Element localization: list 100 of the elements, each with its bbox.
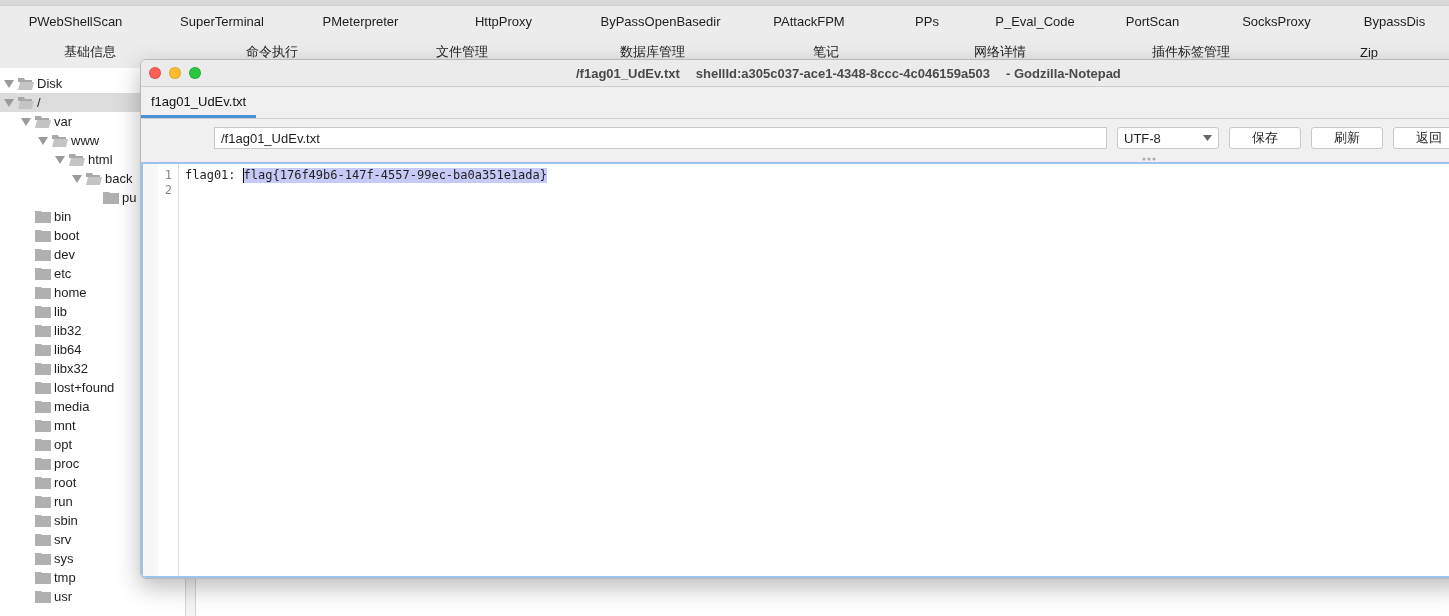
tree-item-label: pu <box>122 190 137 205</box>
caret-icon <box>1203 135 1212 141</box>
main-tab[interactable]: 文件管理 <box>436 43 488 61</box>
tree-item-label: media <box>54 399 90 414</box>
tree-item-label: run <box>54 494 73 509</box>
tree-item-label: dev <box>54 247 75 262</box>
tree-item-label: back <box>105 171 133 186</box>
tree-item[interactable]: tmp <box>0 568 140 587</box>
tree-item[interactable]: sys <box>0 549 140 568</box>
tree-item[interactable]: lib32 <box>0 321 140 340</box>
tree-item-label: home <box>54 285 87 300</box>
plugin-tab[interactable]: HttpProxy <box>474 13 533 29</box>
tree-item[interactable]: proc <box>0 454 140 473</box>
tree-item-label: lib64 <box>54 342 82 357</box>
close-button[interactable] <box>149 67 161 79</box>
main-tab[interactable]: 数据库管理 <box>619 43 685 61</box>
plugin-tab[interactable]: PMeterpreter <box>322 13 399 29</box>
tree-item[interactable]: lib <box>0 302 140 321</box>
tree-item-label: boot <box>54 228 80 243</box>
tree-item[interactable]: etc <box>0 264 140 283</box>
plugin-tab[interactable]: PWebShellScan <box>28 13 123 29</box>
tree-item-label: / <box>37 95 41 110</box>
main-tab[interactable]: 插件标签管理 <box>1151 43 1230 61</box>
maximize-button[interactable] <box>189 67 201 79</box>
tree-item[interactable]: pu <box>0 188 140 207</box>
plugin-tab[interactable]: PAttackFPM <box>773 13 845 29</box>
tree-item[interactable]: Disk <box>0 74 140 93</box>
plugin-tab[interactable]: PPs <box>915 13 939 29</box>
tree-item-label: lib <box>54 304 67 319</box>
code-text: flag01: <box>185 168 236 183</box>
tree-item-label: lib32 <box>54 323 82 338</box>
expand-arrow-icon[interactable] <box>4 79 14 88</box>
tree-item-label: www <box>71 133 100 148</box>
expand-arrow-icon[interactable] <box>55 155 65 164</box>
tree-item-label: html <box>88 152 113 167</box>
plugin-tab[interactable]: BypassDis <box>1363 13 1426 29</box>
tree-item-label: bin <box>54 209 72 224</box>
file-tab[interactable]: f1ag01_UdEv.txt <box>141 87 257 118</box>
tree-item-label: lost+found <box>54 380 115 395</box>
tree-item[interactable]: opt <box>0 435 140 454</box>
main-tab[interactable]: Zip <box>1359 44 1379 60</box>
expand-arrow-icon[interactable] <box>38 136 48 145</box>
main-tab[interactable]: 命令执行 <box>246 43 298 61</box>
tree-item[interactable]: back <box>0 169 140 188</box>
line-number: 1 <box>163 168 173 183</box>
minimize-button[interactable] <box>169 67 181 79</box>
tree-item[interactable]: lost+found <box>0 378 140 397</box>
expand-arrow-icon[interactable] <box>21 117 31 126</box>
tree-item[interactable]: home <box>0 283 140 302</box>
tree-item[interactable]: usr <box>0 587 140 606</box>
tree-item-label: root <box>54 475 77 490</box>
tree-item[interactable]: bin <box>0 207 140 226</box>
main-tab[interactable]: 基础信息 <box>63 43 116 61</box>
tree-item-label: sys <box>54 551 74 566</box>
main-tab[interactable]: 网络详情 <box>973 43 1026 61</box>
tree-item[interactable]: www <box>0 131 140 150</box>
encoding-select[interactable]: UTF-8 <box>1117 127 1219 149</box>
tree-item[interactable]: libx32 <box>0 359 140 378</box>
tree-item-label: libx32 <box>54 361 88 376</box>
tree-item[interactable]: / <box>0 93 140 112</box>
plugin-tab[interactable]: SuperTerminal <box>180 13 264 29</box>
plugin-tab[interactable]: SocksProxy <box>1242 13 1311 29</box>
tree-item-label: var <box>54 114 73 129</box>
expand-arrow-icon[interactable] <box>4 98 14 107</box>
tree-item-label: usr <box>54 589 73 604</box>
window-title: - Godzilla-Notepad <box>1006 65 1121 81</box>
tree-item-label: sbin <box>54 513 78 528</box>
grip-icon[interactable] <box>1142 157 1156 161</box>
tree-item[interactable]: srv <box>0 530 140 549</box>
window-title: shellId:a305c037-ace1-4348-8ccc-4c046159a503 <box>695 65 990 81</box>
tree-item[interactable]: media <box>0 397 140 416</box>
tree-item[interactable]: var <box>0 112 140 131</box>
tree-item[interactable]: html <box>0 150 140 169</box>
tree-item[interactable]: boot <box>0 226 140 245</box>
toolbar-button[interactable]: 返回 <box>1393 127 1449 149</box>
tree-item[interactable]: run <box>0 492 140 511</box>
tree-item[interactable]: dev <box>0 245 140 264</box>
plugin-tab[interactable]: PortScan <box>1125 13 1180 29</box>
plugin-tab[interactable]: ByPassOpenBasedir <box>600 13 721 29</box>
tree-item-label: proc <box>54 456 80 471</box>
selected-text: flag{176f49b6-147f-4557-99ec-ba0a351e1ada} <box>242 168 547 183</box>
window-title: /f1ag01_UdEv.txt <box>576 65 680 81</box>
tree-item[interactable]: sbin <box>0 511 140 530</box>
expand-arrow-icon[interactable] <box>72 174 82 183</box>
tree-item-label: mnt <box>54 418 76 433</box>
toolbar-button[interactable]: 刷新 <box>1311 127 1383 149</box>
tree-item[interactable]: root <box>0 473 140 492</box>
plugin-tab[interactable]: P_Eval_Code <box>995 13 1075 29</box>
tree-item-label: opt <box>54 437 73 452</box>
path-field[interactable]: /f1ag01_UdEv.txt <box>214 127 1107 149</box>
line-number: 2 <box>163 183 173 198</box>
tree-item[interactable]: lib64 <box>0 340 140 359</box>
tree-item-label: etc <box>54 266 72 281</box>
tree-item-label: Disk <box>37 76 63 91</box>
tree-item[interactable]: mnt <box>0 416 140 435</box>
main-tab[interactable]: 笔记 <box>813 43 839 61</box>
text-editor[interactable]: 1 2 flag01: flag{176f49b6-147f-4557-99ec-ba0a351e1ada} <box>141 162 1449 578</box>
tree-item-label: srv <box>54 532 72 547</box>
toolbar-button[interactable]: 保存 <box>1229 127 1301 149</box>
tree-item-label: tmp <box>54 570 76 585</box>
